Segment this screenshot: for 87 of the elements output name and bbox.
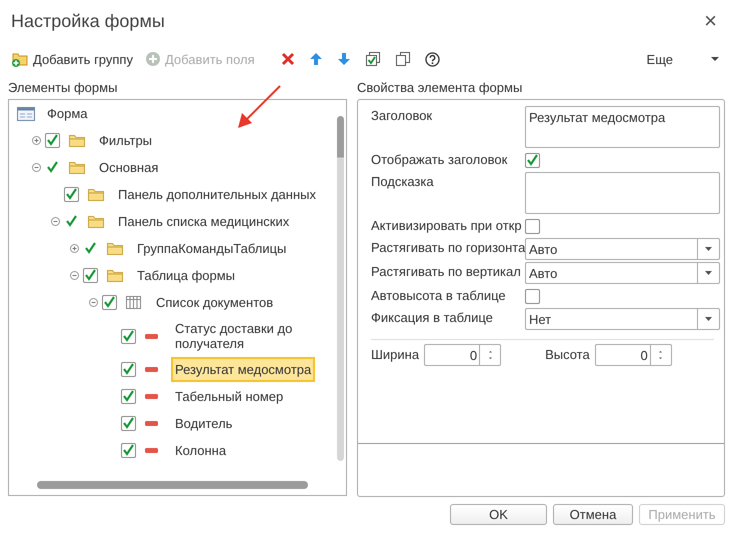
- checkmark-icon[interactable]: [45, 160, 60, 175]
- more-button[interactable]: Еще: [646, 52, 673, 66]
- property-label: Активизировать при откр: [371, 217, 523, 235]
- property-label: Растягивать по вертикал: [371, 263, 522, 281]
- collapse-icon[interactable]: [32, 163, 41, 172]
- folder-icon: [88, 188, 104, 201]
- field-icon: [145, 394, 158, 399]
- checkbox[interactable]: [525, 288, 540, 304]
- caret-icon: [705, 247, 712, 251]
- tree-item[interactable]: Колонна: [171, 438, 230, 463]
- property-label: Автовысота в таблице: [371, 287, 507, 305]
- checkbox[interactable]: [64, 187, 79, 202]
- collapse-icon[interactable]: [51, 217, 60, 226]
- property-label: Фиксация в таблице: [371, 309, 494, 327]
- tree-item[interactable]: Форма: [43, 101, 92, 126]
- text-area[interactable]: [525, 172, 720, 214]
- tree-item[interactable]: Список документов: [152, 290, 278, 315]
- property-label: Растягивать по горизонта: [371, 239, 525, 257]
- tree-item[interactable]: Водитель: [171, 411, 236, 436]
- close-button[interactable]: ×: [700, 10, 721, 32]
- tree-item[interactable]: Таблица формы: [133, 263, 240, 288]
- table-icon: [126, 296, 141, 309]
- folder-icon: [107, 242, 123, 255]
- dialog-button[interactable]: Отмена: [553, 504, 633, 525]
- help-icon[interactable]: [424, 52, 440, 66]
- tree-item[interactable]: Фильтры: [95, 128, 156, 153]
- tree-item[interactable]: Панель дополнительных данных: [114, 182, 320, 207]
- arrow-down-icon[interactable]: [336, 52, 351, 66]
- property-label: Подсказка: [371, 173, 435, 191]
- property-label: Ширина: [371, 346, 420, 364]
- folder-icon: [69, 134, 85, 147]
- caret-icon[interactable]: [711, 56, 719, 62]
- horizontal-scrollbar[interactable]: [37, 481, 308, 489]
- checkbox[interactable]: [121, 328, 136, 344]
- checkbox[interactable]: [102, 295, 117, 310]
- dropdown-field[interactable]: Авто: [525, 262, 720, 284]
- number-field[interactable]: 0: [594, 344, 672, 366]
- caret-icon: [705, 317, 712, 321]
- checkbox[interactable]: [121, 443, 136, 458]
- collapse-icon[interactable]: [70, 271, 79, 280]
- section-title: Элементы формы: [8, 80, 118, 97]
- checkbox[interactable]: [121, 416, 136, 431]
- check-all-icon[interactable]: [364, 51, 381, 67]
- property-label: Высота: [545, 346, 590, 364]
- folder-plus-icon: [11, 51, 29, 67]
- tree-item[interactable]: Результат медосмотра: [171, 357, 316, 382]
- checkmark-icon[interactable]: [83, 241, 98, 256]
- form-icon: [17, 106, 35, 120]
- folder-icon: [69, 161, 85, 174]
- caret-icon: [705, 271, 712, 275]
- field-icon: [145, 421, 158, 426]
- field-icon: [145, 448, 158, 453]
- tree-item[interactable]: Табельный номер: [171, 384, 288, 409]
- arrow-up-icon[interactable]: [308, 52, 323, 66]
- checkbox[interactable]: [83, 268, 98, 283]
- checkbox[interactable]: [121, 389, 136, 404]
- text-area[interactable]: Результат медосмотра: [525, 106, 720, 148]
- collapse-icon[interactable]: [89, 298, 98, 307]
- tree-item[interactable]: ГруппаКомандыТаблицы: [133, 236, 290, 261]
- folder-icon: [107, 269, 123, 282]
- checkbox[interactable]: [45, 133, 60, 148]
- folder-icon: [88, 215, 104, 228]
- checkmark-icon[interactable]: [64, 214, 79, 229]
- checkbox[interactable]: [121, 362, 136, 377]
- plus-circle-icon: [144, 51, 161, 67]
- tree-item[interactable]: Статус доставки до получателя: [171, 316, 321, 356]
- property-label: Отображать заголовок: [371, 151, 508, 169]
- checkbox[interactable]: [525, 152, 540, 168]
- tree-item[interactable]: Основная: [95, 155, 162, 180]
- copy-icon[interactable]: [394, 51, 411, 67]
- dropdown-field[interactable]: Нет: [525, 308, 720, 330]
- expand-icon[interactable]: [32, 136, 41, 145]
- checkbox[interactable]: [525, 218, 540, 234]
- dialog-button[interactable]: OK: [450, 504, 547, 525]
- number-field[interactable]: 0: [424, 344, 502, 366]
- property-label: Заголовок: [371, 107, 434, 125]
- add-group-button[interactable]: Добавить группу: [11, 51, 141, 67]
- tree-item[interactable]: Панель списка медицинских: [114, 209, 294, 234]
- window-title: Настройка формы: [11, 10, 165, 32]
- spinner-arrows-icon[interactable]: [486, 348, 494, 362]
- expand-icon[interactable]: [70, 244, 79, 253]
- delete-icon[interactable]: [280, 52, 295, 66]
- field-icon: [145, 334, 158, 338]
- section-title: Свойства элемента формы: [357, 80, 524, 97]
- field-icon: [145, 367, 158, 372]
- dropdown-field[interactable]: Авто: [525, 238, 720, 260]
- spinner-arrows-icon[interactable]: [657, 348, 664, 362]
